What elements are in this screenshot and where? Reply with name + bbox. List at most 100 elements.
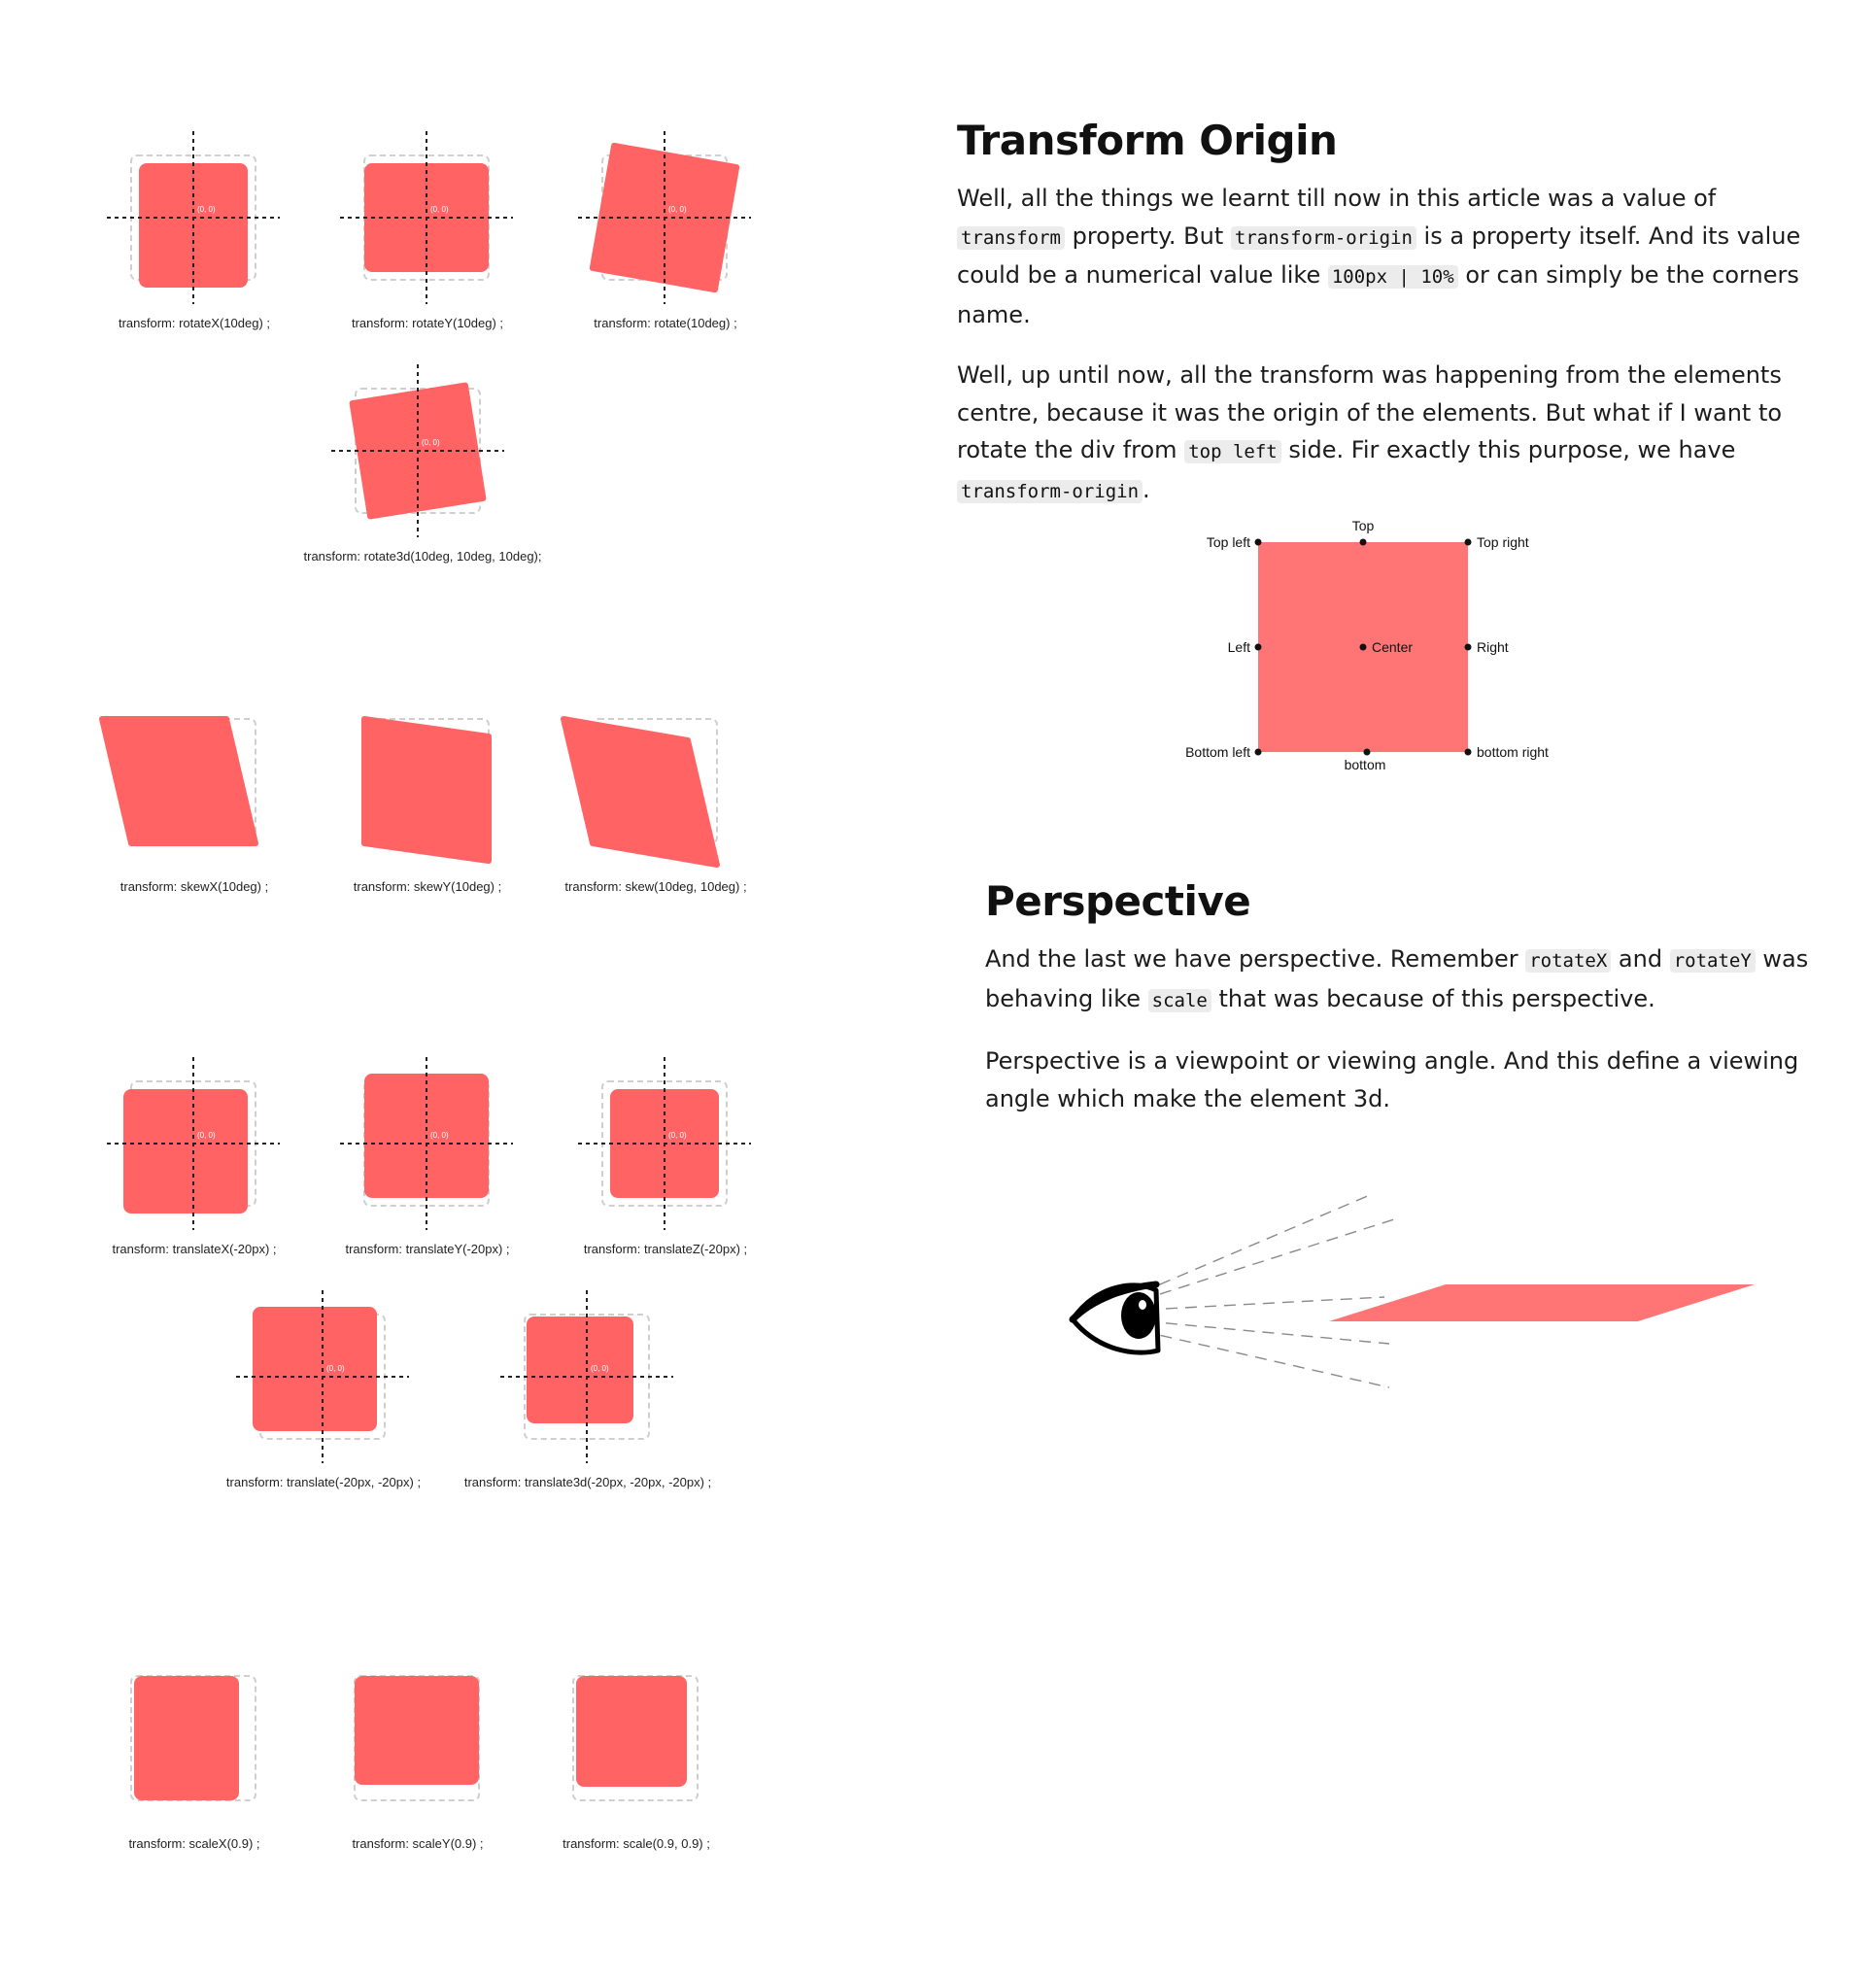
- transformed-box: [123, 1089, 248, 1214]
- origin-label: (0, 0): [197, 205, 216, 214]
- demo-caption: transform: rotateY(10deg) ;: [351, 316, 504, 330]
- demo-caption: transform: rotateX(10deg) ;: [118, 316, 271, 330]
- demo-caption: transform: scale(0.9, 0.9) ;: [563, 1836, 710, 1851]
- point-bottom-right: [1464, 748, 1472, 756]
- transform-origin-section: Transform Origin Well, all the things we…: [957, 117, 1822, 533]
- demo-figure: (0, 0): [578, 131, 751, 304]
- perspective-paragraph-2: Perspective is a viewpoint or viewing an…: [985, 1047, 1799, 1112]
- demo-figure: [561, 716, 720, 868]
- point-top: [1359, 538, 1367, 546]
- code-transform-origin: transform-origin: [957, 479, 1143, 503]
- transform-origin-diagram: Top left Top Top right Left Center Right…: [1161, 505, 1569, 777]
- transform-demo-rot3d: (0, 0) transform: rotate3d(10deg, 10deg, …: [304, 359, 542, 602]
- perspective-heading: Perspective: [985, 877, 1251, 925]
- code-numeric-value: 100px | 10%: [1327, 265, 1458, 289]
- origin-label: (0, 0): [668, 205, 687, 214]
- perspective-paragraph-1: And the last we have perspective. Rememb…: [985, 945, 1809, 1012]
- demo-caption: transform: translateX(-20px) ;: [112, 1242, 277, 1256]
- origin-label: (0, 0): [326, 1364, 345, 1373]
- point-center: [1359, 643, 1367, 651]
- demo-figure: (0, 0): [107, 131, 280, 304]
- transform-demo-sX: transform: scaleX(0.9) ;: [78, 1647, 311, 1890]
- transform-demo-tY: (0, 0) transform: translateY(-20px) ;: [311, 1052, 544, 1295]
- demo-caption: transform: translateY(-20px) ;: [345, 1242, 510, 1256]
- origin-label: (0, 0): [430, 205, 449, 214]
- transform-demo-rotY: (0, 0) transform: rotateY(10deg) ;: [311, 126, 544, 369]
- demo-figure: (0, 0): [236, 1290, 409, 1463]
- transform-origin-paragraph-1: Well, all the things we learnt till now …: [957, 185, 1801, 328]
- label-left: Left: [1228, 639, 1250, 655]
- demo-caption: transform: rotate(10deg) ;: [594, 316, 737, 330]
- code-rotatey: rotateY: [1669, 949, 1756, 973]
- origin-label: (0, 0): [591, 1364, 609, 1373]
- demo-figure: (0, 0): [340, 1057, 513, 1230]
- transform-demo-sY: transform: scaleY(0.9) ;: [301, 1647, 534, 1890]
- demo-caption: transform: scaleX(0.9) ;: [128, 1836, 260, 1851]
- demo-figure: (0, 0): [578, 1057, 751, 1230]
- label-top: Top: [1352, 518, 1375, 533]
- transform-demo-tX: (0, 0) transform: translateX(-20px) ;: [78, 1052, 311, 1295]
- point-top-right: [1464, 538, 1472, 546]
- demo-figure: [572, 1675, 699, 1801]
- point-bottom-left: [1254, 748, 1262, 756]
- label-bottom-left: Bottom left: [1185, 744, 1250, 760]
- sight-lines: [1141, 1194, 1395, 1388]
- transform-demo-rotX: (0, 0) transform: rotateX(10deg) ;: [78, 126, 311, 369]
- transformed-box: [527, 1316, 633, 1423]
- transform-origin-heading: Transform Origin: [957, 117, 1338, 164]
- origin-label: (0, 0): [197, 1131, 216, 1140]
- perspective-section: Perspective And the last we have perspec…: [985, 877, 1821, 1141]
- demo-figure: (0, 0): [340, 131, 513, 304]
- point-top-left: [1254, 538, 1262, 546]
- label-top-left: Top left: [1207, 534, 1250, 550]
- label-bottom-right: bottom right: [1477, 744, 1549, 760]
- perspective-svg: [1069, 1194, 1755, 1388]
- origin-label: (0, 0): [422, 438, 440, 447]
- transform-demo-s: transform: scale(0.9, 0.9) ;: [520, 1647, 753, 1890]
- transformed-box: [576, 1676, 687, 1787]
- demo-caption: transform: translate3d(-20px, -20px, -20…: [463, 1475, 712, 1489]
- demo-figure: (0, 0): [500, 1290, 673, 1463]
- transform-origin-paragraph-2: Well, up until now, all the transform wa…: [957, 361, 1783, 503]
- transformed-box: [561, 716, 720, 868]
- transformed-box: [355, 1676, 479, 1785]
- code-transform-origin: transform-origin: [1230, 225, 1416, 250]
- code-rotatex: rotateX: [1525, 949, 1612, 973]
- perspective-illustration: [1049, 1166, 1768, 1399]
- transform-demo-skewY: transform: skewY(10deg) ;: [311, 690, 544, 933]
- origin-label: (0, 0): [430, 1131, 449, 1140]
- demo-figure: (0, 0): [331, 364, 504, 537]
- transformed-box: [99, 716, 258, 846]
- demo-caption: transform: translateZ(-20px) ;: [583, 1242, 748, 1256]
- demo-caption: transform: rotate3d(10deg, 10deg, 10deg)…: [303, 549, 542, 564]
- point-right: [1464, 643, 1472, 651]
- perspective-plane: [1329, 1284, 1755, 1321]
- demo-figure: [361, 716, 492, 864]
- origin-diagram-svg: Top left Top Top right Left Center Right…: [1185, 518, 1549, 772]
- transform-demo-rot: (0, 0) transform: rotate(10deg) ;: [549, 126, 782, 369]
- transform-demo-t3d: (0, 0) transform: translate3d(-20px, -20p…: [464, 1285, 711, 1528]
- demo-figure: [130, 1675, 256, 1801]
- demo-figure: [99, 716, 258, 846]
- origin-label: (0, 0): [668, 1131, 687, 1140]
- point-bottom: [1363, 748, 1371, 756]
- code-scale: scale: [1147, 988, 1211, 1012]
- code-transform: transform: [957, 225, 1065, 250]
- transformed-box: [361, 716, 492, 864]
- code-top-left: top left: [1184, 440, 1281, 463]
- transform-demo-skewX: transform: skewX(10deg) ;: [78, 690, 311, 933]
- label-center: Center: [1372, 639, 1413, 655]
- transform-demo-tZ: (0, 0) transform: translateZ(-20px) ;: [549, 1052, 782, 1295]
- eye-icon: [1069, 1281, 1161, 1355]
- transformed-box: [253, 1307, 377, 1431]
- label-top-right: Top right: [1477, 534, 1529, 550]
- demo-caption: transform: skewX(10deg) ;: [119, 879, 269, 894]
- transformed-box: [134, 1676, 239, 1800]
- demo-caption: transform: scaleY(0.9) ;: [352, 1836, 484, 1851]
- transform-demo-t: (0, 0) transform: translate(-20px, -20px)…: [207, 1285, 440, 1528]
- demo-caption: transform: skew(10deg, 10deg) ;: [564, 879, 747, 894]
- label-bottom: bottom: [1345, 757, 1386, 772]
- point-left: [1254, 643, 1262, 651]
- demo-caption: transform: skewY(10deg) ;: [353, 879, 502, 894]
- transform-demo-skew: transform: skew(10deg, 10deg) ;: [539, 690, 772, 933]
